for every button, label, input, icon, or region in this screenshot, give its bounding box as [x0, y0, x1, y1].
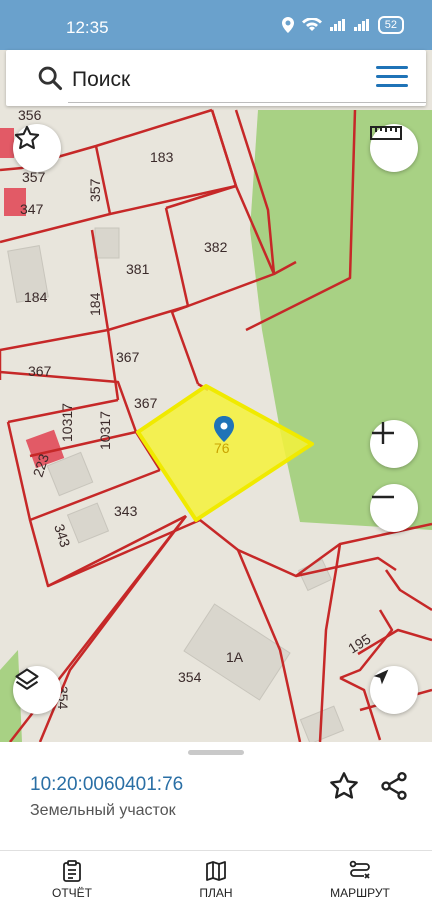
signal-icon: [329, 19, 345, 31]
plot-label: 195: [345, 630, 373, 656]
plot-label: 347: [20, 201, 44, 217]
plot-label: 382: [204, 239, 228, 255]
search-bar: [6, 50, 426, 106]
navigation-icon: [373, 669, 389, 685]
ruler-icon: [370, 126, 402, 140]
nav-report[interactable]: ОТЧЁТ: [22, 859, 122, 900]
star-icon: [14, 125, 40, 150]
search-input[interactable]: [68, 58, 426, 103]
bottom-nav: ОТЧЁТ ПЛАН МАРШРУТ: [0, 850, 432, 911]
selected-plot-label: 76: [214, 440, 230, 456]
search-icon[interactable]: [36, 64, 64, 92]
plot-label: 184: [87, 292, 103, 316]
plot-label: 367: [116, 349, 140, 365]
plot-info-sheet[interactable]: 10:20:0060401:76 Земельный участок: [0, 742, 432, 850]
plot-label: 343: [51, 522, 74, 549]
plot-label: 367: [28, 363, 52, 379]
layers-button[interactable]: [13, 666, 61, 714]
share-icon[interactable]: [378, 770, 410, 802]
plus-icon: [372, 422, 394, 444]
report-icon: [63, 860, 81, 882]
status-bar: 12:35 52: [0, 0, 432, 50]
map-view[interactable]: 356 357 347 183 357 382 381 184 184 367 …: [0, 50, 432, 742]
sheet-handle[interactable]: [188, 750, 244, 755]
cadastral-number[interactable]: 10:20:0060401:76: [30, 774, 183, 796]
map-icon: [206, 861, 226, 881]
plot-label: 10317: [97, 411, 113, 450]
nav-route-label: МАРШРУТ: [330, 886, 390, 900]
plot-label: 381: [126, 261, 150, 277]
nav-route[interactable]: МАРШРУТ: [310, 859, 410, 900]
locate-button[interactable]: [370, 666, 418, 714]
plot-label: 183: [150, 149, 174, 165]
nav-plan[interactable]: ПЛАН: [166, 859, 266, 900]
plot-label: 184: [24, 289, 48, 305]
star-icon[interactable]: [328, 770, 360, 802]
plot-type: Земельный участок: [30, 802, 176, 819]
plot-label: 367: [134, 395, 158, 411]
ruler-button[interactable]: [370, 124, 418, 172]
location-icon: [281, 17, 294, 33]
cadastral-map[interactable]: 356 357 347 183 357 382 381 184 184 367 …: [0, 50, 432, 742]
minus-icon: [372, 495, 394, 499]
plot-label: 356: [18, 107, 42, 123]
zoom-in-button[interactable]: [370, 420, 418, 468]
status-icons: 52: [281, 16, 404, 34]
plot-label: 10317: [59, 403, 75, 442]
nav-plan-label: ПЛАН: [199, 886, 233, 900]
plot-label: 354: [178, 669, 202, 685]
nav-report-label: ОТЧЁТ: [51, 886, 92, 900]
plot-label: 343: [114, 503, 138, 519]
route-icon: [349, 860, 370, 879]
zoom-out-button[interactable]: [370, 484, 418, 532]
favorite-button[interactable]: [13, 124, 61, 172]
battery-indicator: 52: [377, 16, 404, 34]
plot-label: 357: [87, 178, 103, 202]
signal-icon-2: [353, 19, 369, 31]
plot-label: 1А: [226, 649, 244, 665]
menu-icon[interactable]: [376, 66, 408, 90]
wifi-icon: [301, 18, 322, 31]
layers-icon: [15, 668, 39, 690]
status-time: 12:35: [66, 18, 109, 37]
